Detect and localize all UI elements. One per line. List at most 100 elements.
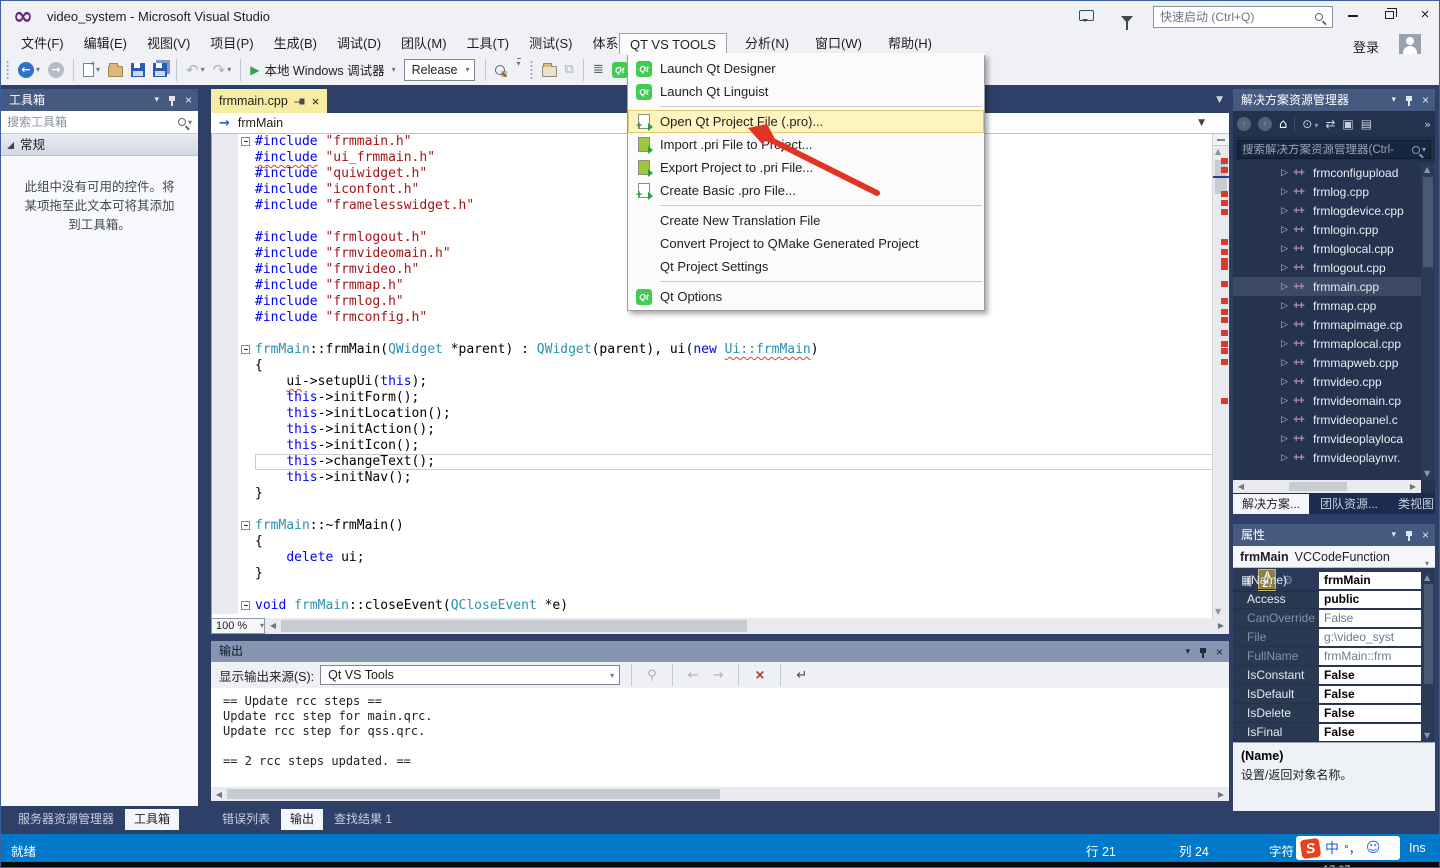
tree-item-frmmaplocal-cpp[interactable]: ▷++frmmaplocal.cpp [1233,334,1421,353]
close-icon[interactable]: × [1422,94,1429,106]
menubar-item-s[interactable]: 测试(S) [519,33,582,54]
next-message-icon[interactable]: → [709,668,728,683]
dock-tab-[interactable]: 工具箱 [125,809,179,830]
forward-icon[interactable]: › [1258,117,1272,131]
menubar-item-p[interactable]: 项目(P) [200,33,263,54]
scroll-up-icon[interactable]: ▲ [1215,147,1221,156]
expander-icon[interactable]: ▷ [1281,339,1293,349]
menubar-item-t[interactable]: 工具(T) [457,33,520,54]
save-all-button[interactable] [151,58,169,82]
property-value[interactable]: False [1319,667,1421,684]
solution-explorer-title[interactable]: 解决方案资源管理器 ▾× [1233,89,1435,111]
back-icon[interactable]: ‹ [1237,117,1251,131]
ime-mode-chinese[interactable]: 中 [1325,838,1339,858]
dock-tab-[interactable]: 输出 [281,809,323,830]
property-value[interactable]: False [1319,610,1421,627]
qt-menu-item-launch-qt-linguist[interactable]: QtLaunch Qt Linguist [628,80,984,103]
qt-menu-item-open-qt-project-file-pro[interactable]: +Open Qt Project File (.pro)... [628,110,984,133]
tree-item-frmmapimage-cp[interactable]: ▷++frmmapimage.cp [1233,315,1421,334]
ime-toolbar[interactable]: S 中 °， ☺ [1296,836,1400,860]
feedback-icon[interactable] [1079,10,1094,24]
property-row-canoverride[interactable]: CanOverrideFalse [1233,609,1422,628]
tree-item-frmlog-cpp[interactable]: ▷++frmlog.cpp [1233,182,1421,201]
tree-item-frmconfigupload[interactable]: ▷++frmconfigupload [1233,163,1421,182]
solution-tab-[interactable]: 解决方案... [1233,494,1309,514]
qt-menu-item-qt-project-settings[interactable]: Qt Project Settings [628,255,984,278]
fold-collapse-icon[interactable] [241,521,250,530]
expander-icon[interactable]: ▷ [1281,168,1293,178]
document-list-chevron-icon[interactable]: ▼ [1216,95,1223,105]
undo-button[interactable]: ↶▾ [184,58,207,82]
expander-icon[interactable]: ▷ [1281,434,1293,444]
property-value[interactable]: frmMain [1319,572,1421,589]
tree-item-frmmain-cpp[interactable]: ▷++frmmain.cpp [1233,277,1421,296]
window-position-icon[interactable]: ▾ [1391,524,1396,546]
save-button[interactable] [129,58,147,82]
scrollbar-thumb[interactable] [1423,177,1433,267]
window-position-icon[interactable]: ▾ [1185,642,1190,663]
tree-item-frmlogout-cpp[interactable]: ▷++frmlogout.cpp [1233,258,1421,277]
document-tab-frmmain[interactable]: frmmain.cpp × [211,89,327,113]
solution-config-combo[interactable]: Release▾ [404,59,475,81]
expander-icon[interactable]: ▷ [1281,187,1293,197]
navigate-back-button[interactable]: ←▾ [16,58,42,82]
notifications-filter-icon[interactable] [1121,12,1133,26]
scroll-right-icon[interactable]: ▶ [1405,480,1421,493]
pin-icon[interactable] [1199,647,1207,658]
clear-all-icon[interactable]: × [750,668,769,683]
scrollbar-thumb[interactable] [1424,584,1433,684]
scroll-up-icon[interactable]: ▲ [1424,573,1430,582]
tree-item-frmvideo-cpp[interactable]: ▷++frmvideo.cpp [1233,372,1421,391]
previous-message-icon[interactable]: ← [684,668,703,683]
sync-with-active-document-icon[interactable]: ⇄ [1325,117,1335,131]
property-row-fullname[interactable]: FullNamefrmMain::frm [1233,647,1422,666]
find-message-icon[interactable]: ⚲ [643,668,661,683]
expander-icon[interactable]: ▷ [1281,225,1293,235]
ime-punctuation[interactable]: °， [1344,840,1361,857]
redo-button[interactable]: ↷▾ [211,58,234,82]
toolbox-section-general[interactable]: 常规 [1,134,198,156]
minimize-button[interactable] [1339,5,1367,27]
close-tab-icon[interactable]: × [312,94,320,109]
close-icon[interactable]: × [1422,529,1429,541]
menubar-item-qt-vs-tools[interactable]: QT VS TOOLS [619,33,727,54]
expander-icon[interactable]: ▷ [1281,244,1293,254]
menubar-item-f[interactable]: 文件(F) [11,33,74,54]
fold-collapse-icon[interactable] [241,345,250,354]
property-value[interactable]: False [1319,724,1421,741]
menubar-item-h[interactable]: 帮助(H) [878,33,942,54]
property-row-file[interactable]: Fileg:\video_syst [1233,628,1422,647]
preview-selected-items-icon[interactable]: ▣ [1342,117,1353,131]
open-file-button[interactable] [106,58,125,82]
output-horizontal-scrollbar[interactable]: ◀ ▶ [211,787,1229,801]
solution-tab-[interactable]: 团队资源... [1311,494,1387,514]
expander-icon[interactable]: ▷ [1281,320,1293,330]
qt-menu-item-create-basic-pro-file[interactable]: +Create Basic .pro File... [628,179,984,202]
scroll-left-icon[interactable]: ◀ [211,787,227,801]
copy-window-button[interactable]: ⧉ [563,58,576,82]
window-position-icon[interactable]: ▾ [1391,89,1396,111]
tree-vertical-scrollbar[interactable]: ▲▼ [1421,163,1435,480]
menubar-item-n[interactable]: 分析(N) [735,33,799,54]
expander-icon[interactable]: ▷ [1281,358,1293,368]
dock-tab-1[interactable]: 查找结果 1 [325,809,401,830]
output-title[interactable]: 输出 ▾× [211,641,1229,662]
property-value[interactable]: frmMain::frm [1319,648,1421,665]
toolbar-overflow-button[interactable]: ▾ [513,58,523,82]
scrollbar-thumb[interactable] [281,620,747,632]
tree-item-frmlogdevice-cpp[interactable]: ▷++frmlogdevice.cpp [1233,201,1421,220]
sogou-ime-icon[interactable]: S [1300,837,1321,858]
split-handle[interactable] [1213,134,1229,146]
window-position-icon[interactable]: ▾ [154,89,159,111]
scroll-down-icon[interactable]: ▼ [1215,607,1221,616]
tree-item-frmvideoplaynvr[interactable]: ▷++frmvideoplaynvr. [1233,448,1421,467]
pin-icon[interactable] [168,95,176,106]
toolbar-overflow-icon[interactable]: » [1424,118,1431,131]
property-value[interactable]: False [1319,705,1421,722]
properties-title[interactable]: 属性 ▾× [1233,524,1435,546]
start-debug-button[interactable]: ▶ 本地 Windows 调试器 ▾ [246,60,399,79]
scroll-left-icon[interactable]: ◀ [265,618,281,634]
property-row-isfinal[interactable]: IsFinalFalse [1233,723,1422,742]
expander-icon[interactable]: ▷ [1281,301,1293,311]
home-icon[interactable]: ⌂ [1279,117,1287,132]
